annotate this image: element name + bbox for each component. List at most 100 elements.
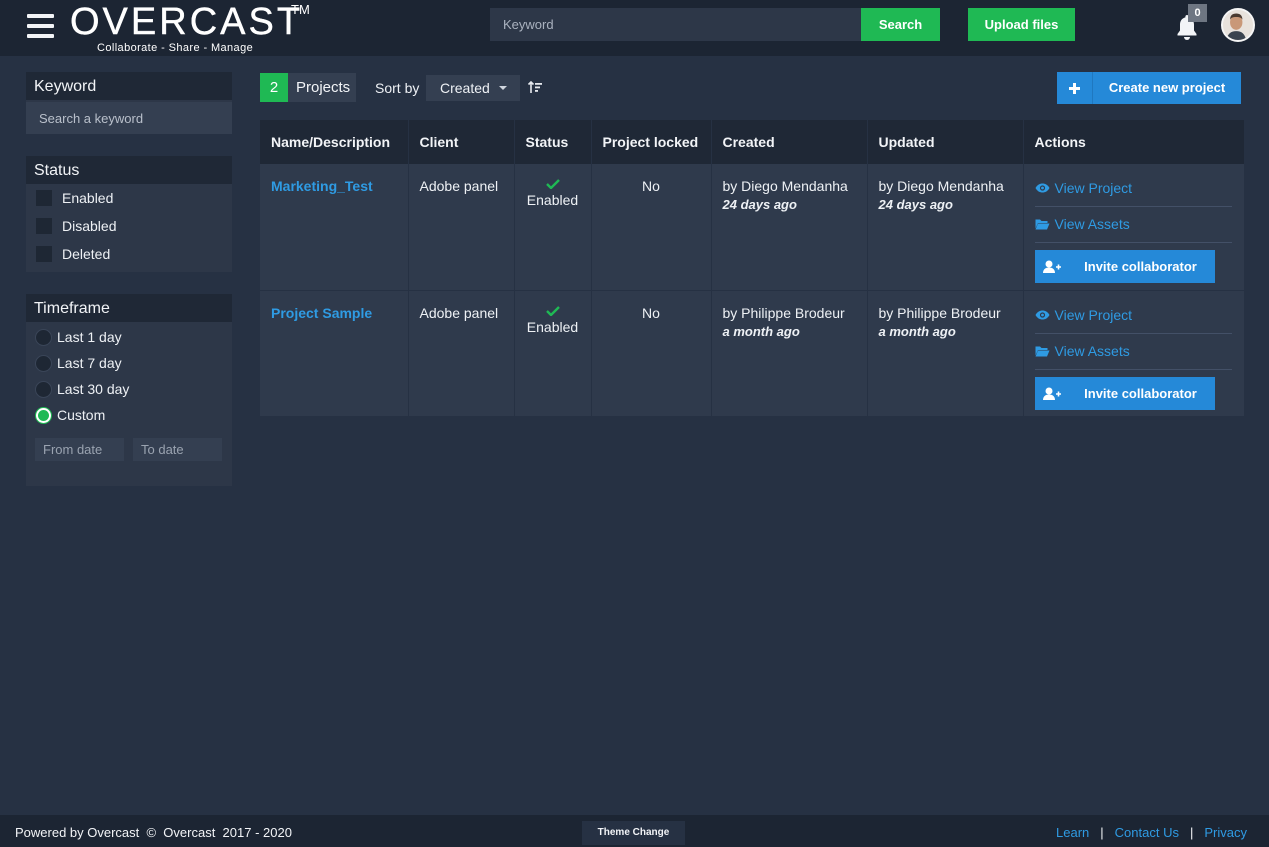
invite-collaborator-button[interactable]: Invite collaborator: [1034, 250, 1215, 283]
action-divider: [1034, 242, 1232, 243]
check-icon: [545, 305, 560, 316]
footer-link-separator: |: [1100, 825, 1104, 840]
timeframe-option-30-day[interactable]: Last 30 day: [26, 376, 232, 402]
footer-links: Learn | Contact Us | Privacy: [1056, 825, 1247, 840]
keyword-filter-title: Keyword: [26, 72, 232, 100]
radio-button[interactable]: [35, 328, 52, 346]
status-option-label: Enabled: [62, 190, 114, 206]
user-avatar[interactable]: [1221, 8, 1255, 42]
sort-by-select[interactable]: Created: [426, 75, 520, 101]
checkbox[interactable]: [36, 246, 52, 262]
status-option-label: Disabled: [62, 218, 117, 234]
project-count-badge: 2: [260, 73, 288, 102]
project-name-link[interactable]: Project Sample: [271, 305, 372, 321]
project-locked-value: No: [642, 304, 660, 321]
column-header-actions: Actions: [1023, 120, 1244, 164]
timeframe-option-custom[interactable]: Custom: [26, 402, 232, 428]
column-header-updated[interactable]: Updated: [867, 120, 1024, 164]
radio-button[interactable]: [35, 380, 52, 398]
footer-link-contact-us[interactable]: Contact Us: [1115, 825, 1179, 840]
status-option-enabled[interactable]: Enabled: [26, 184, 232, 212]
search-button[interactable]: Search: [861, 8, 940, 41]
eye-icon: [1035, 183, 1049, 193]
updated-ago: a month ago: [878, 323, 956, 339]
view-project-link[interactable]: View Project: [1035, 305, 1245, 325]
plus-icon: [1057, 72, 1093, 104]
to-date-input[interactable]: [133, 438, 222, 461]
add-user-icon: [1042, 260, 1061, 273]
created-ago: 24 days ago: [722, 197, 797, 212]
keyword-filter-input[interactable]: [26, 102, 232, 134]
view-assets-label: View Assets: [1054, 342, 1130, 359]
timeframe-option-1-day[interactable]: Last 1 day: [26, 324, 232, 350]
upload-files-button[interactable]: Upload files: [968, 8, 1075, 41]
logo-tagline: Collaborate - Share - Manage: [97, 42, 254, 54]
add-user-icon: [1042, 387, 1061, 400]
logo[interactable]: OVERCAST TM Collaborate - Share - Manage: [70, 1, 310, 54]
timeframe-option-label: Last 30 day: [57, 381, 130, 397]
status-option-deleted[interactable]: Deleted: [26, 240, 232, 268]
logo-trademark: TM: [291, 2, 310, 17]
project-name-link[interactable]: Marketing_Test: [271, 178, 373, 194]
create-new-project-button[interactable]: Create new project: [1057, 72, 1241, 104]
hamburger-menu-icon[interactable]: [27, 14, 54, 40]
view-project-label: View Project: [1054, 180, 1133, 196]
table-row: Marketing_Test Adobe panel Enabled No by…: [260, 164, 1245, 291]
folder-open-icon: [1035, 219, 1049, 230]
folder-open-icon: [1035, 346, 1049, 356]
table-header-row: Name/Description Client Status Project l…: [260, 120, 1244, 164]
logo-text: OVERCAST: [70, 1, 304, 43]
timeframe-option-label: Custom: [57, 407, 106, 423]
timeframe-option-7-day[interactable]: Last 7 day: [26, 350, 232, 376]
sort-by-label: Sort by: [375, 80, 420, 96]
theme-change-button[interactable]: Theme Change: [582, 821, 685, 845]
action-divider: [1034, 206, 1232, 207]
created-by: by Diego Mendanha: [722, 178, 848, 194]
view-project-label: View Project: [1054, 306, 1133, 323]
search-input[interactable]: [490, 8, 861, 41]
avatar-photo-icon: [1223, 10, 1253, 40]
column-header-client[interactable]: Client: [408, 120, 515, 164]
view-project-link[interactable]: View Project: [1035, 178, 1245, 198]
invite-collaborator-button[interactable]: Invite collaborator: [1034, 376, 1215, 410]
column-header-name[interactable]: Name/Description: [260, 120, 409, 164]
from-date-input[interactable]: [35, 438, 124, 461]
status-filter-panel: Status Enabled Disabled Deleted: [26, 156, 232, 272]
status-filter-title: Status: [26, 156, 232, 184]
client-name: Adobe panel: [419, 304, 499, 321]
footer-link-privacy[interactable]: Privacy: [1204, 825, 1247, 840]
project-locked-value: No: [642, 178, 660, 194]
status-option-disabled[interactable]: Disabled: [26, 212, 232, 240]
radio-button-selected[interactable]: [35, 406, 52, 424]
sort-direction-icon[interactable]: [527, 80, 543, 96]
client-name: Adobe panel: [419, 178, 499, 194]
timeframe-option-label: Last 7 day: [57, 355, 122, 371]
table-row: Project Sample Adobe panel Enabled No by…: [260, 290, 1245, 417]
column-header-locked[interactable]: Project locked: [591, 120, 712, 164]
view-assets-link[interactable]: View Assets: [1035, 214, 1245, 234]
status-option-label: Deleted: [62, 246, 111, 262]
action-divider: [1034, 368, 1232, 370]
footer-link-learn[interactable]: Learn: [1056, 825, 1089, 840]
eye-icon: [1035, 310, 1049, 319]
column-header-created[interactable]: Created: [711, 120, 868, 164]
view-assets-link[interactable]: View Assets: [1035, 341, 1245, 361]
timeframe-option-label: Last 1 day: [57, 329, 122, 345]
status-text: Enabled: [526, 192, 579, 208]
footer: Powered by Overcast © Overcast 2017 - 20…: [0, 815, 1269, 847]
invite-collaborator-label: Invite collaborator: [1084, 259, 1197, 274]
updated-ago: 24 days ago: [878, 197, 953, 212]
updated-by: by Diego Mendanha: [878, 178, 1004, 194]
radio-button[interactable]: [35, 354, 52, 372]
footer-copyright: Powered by Overcast © Overcast 2017 - 20…: [15, 825, 292, 840]
created-ago: a month ago: [722, 323, 800, 339]
action-divider: [1034, 332, 1232, 334]
invite-collaborator-label: Invite collaborator: [1084, 385, 1197, 401]
checkbox[interactable]: [36, 190, 52, 206]
column-header-status[interactable]: Status: [514, 120, 592, 164]
updated-by: by Philippe Brodeur: [878, 304, 1001, 321]
projects-table: Name/Description Client Status Project l…: [260, 120, 1244, 417]
project-count-label: Projects: [288, 73, 356, 102]
checkbox[interactable]: [36, 218, 52, 234]
top-header: OVERCAST TM Collaborate - Share - Manage…: [0, 0, 1269, 56]
